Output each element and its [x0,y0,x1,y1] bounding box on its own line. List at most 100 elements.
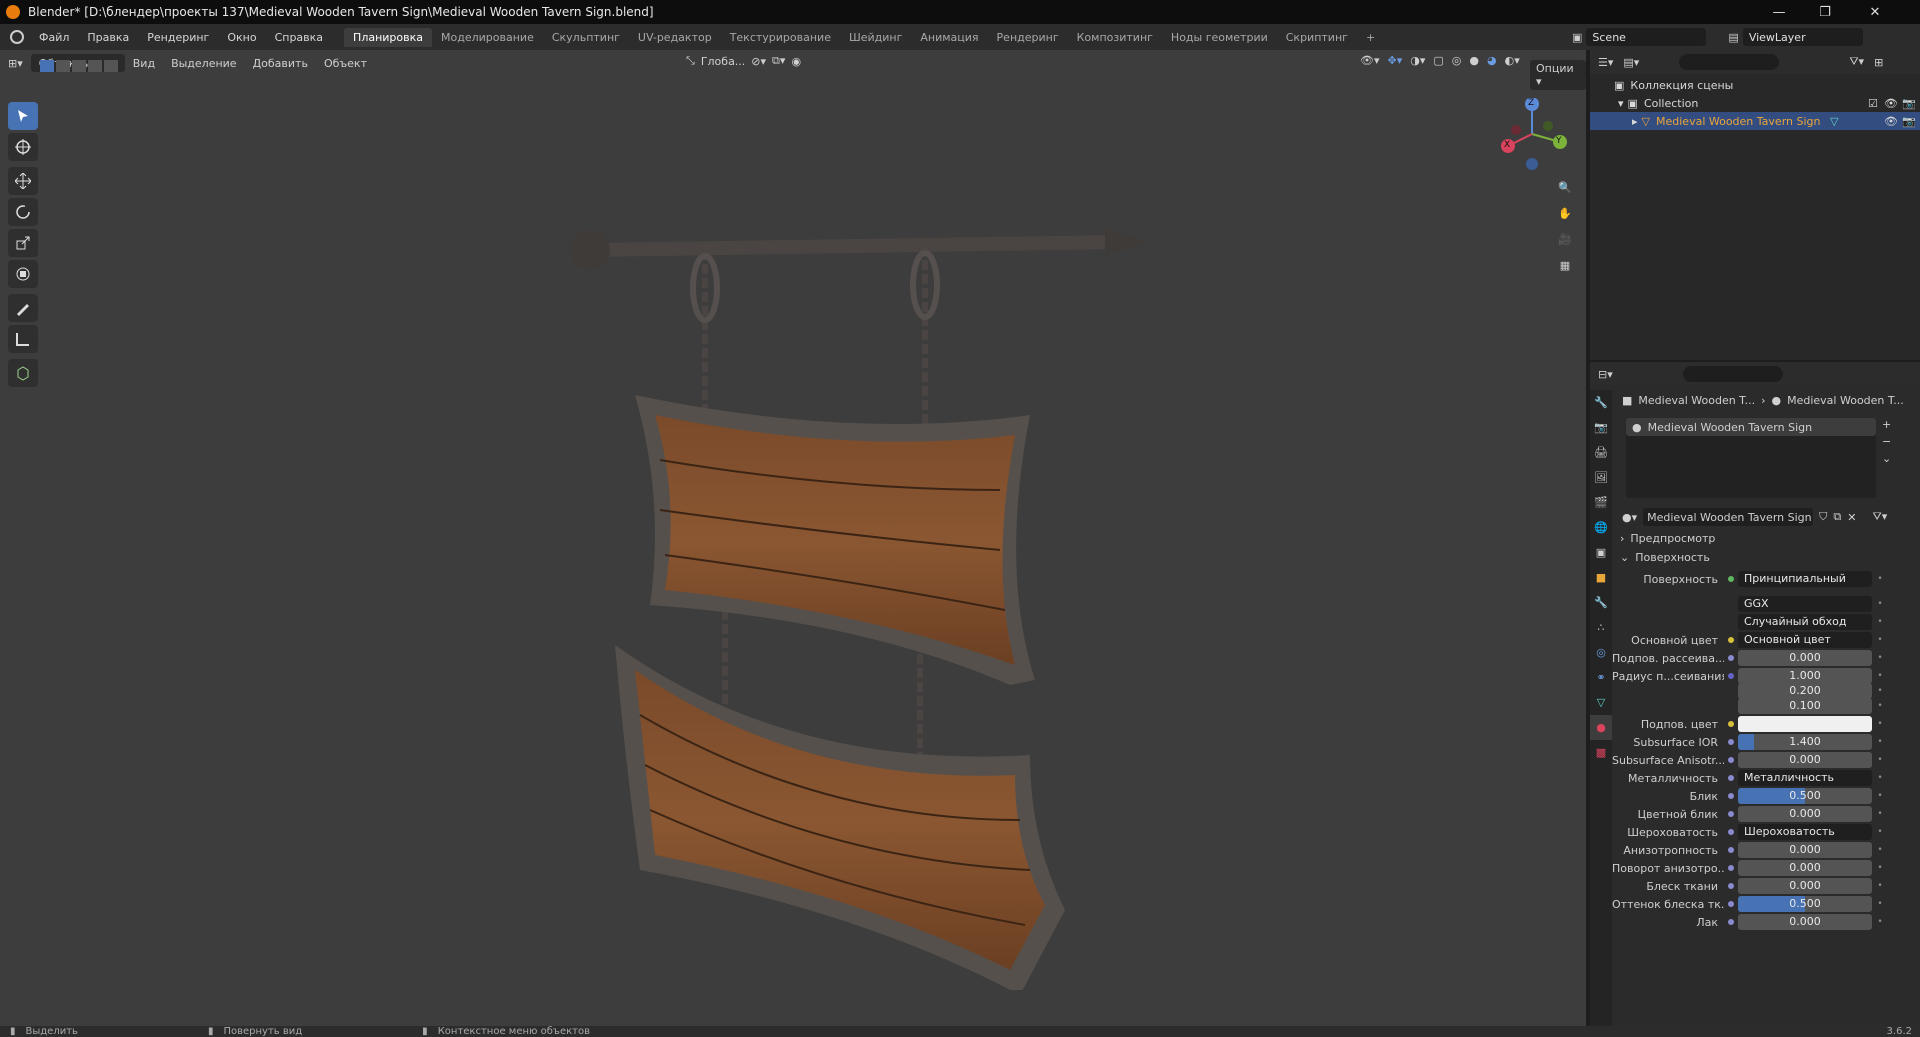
property-field[interactable]: 0.000 [1738,878,1872,894]
keyframe-dot-icon[interactable]: • [1872,737,1888,747]
tab-scripting[interactable]: Скриптинг [1277,28,1357,47]
add-slot-button[interactable]: + [1882,418,1891,431]
expand-chevron-icon[interactable]: ▾ [1618,97,1624,110]
options-dropdown[interactable]: Опции ▾ [1530,60,1586,90]
outliner-collection[interactable]: ▾ ▣ Collection ☑ 👁 📷 [1590,94,1920,112]
scene-tab-icon[interactable]: 🎬 [1590,490,1612,515]
outliner-scene-collection[interactable]: ▣ Коллекция сцены [1590,76,1920,94]
transform-tool-icon[interactable] [8,260,38,288]
select-box-tool-icon[interactable] [8,102,38,130]
tab-animation[interactable]: Анимация [911,28,987,47]
duplicate-material-icon[interactable]: ⧉ [1833,510,1841,524]
snap-icon[interactable]: ⧉▾ [772,54,785,68]
menu-help[interactable]: Справка [266,31,332,44]
unlink-material-icon[interactable]: ✕ [1847,511,1856,524]
blender-menu-icon[interactable] [10,30,24,44]
menu-edit[interactable]: Правка [78,31,138,44]
node-tree-icon[interactable]: ⛛▾ [1872,510,1887,524]
visibility-eye-icon[interactable]: 👁 [1884,97,1898,110]
material-name-field[interactable]: Medieval Wooden Tavern Sign [1643,508,1814,526]
material-shading-icon[interactable]: ◕ [1487,54,1497,67]
outliner-object-row[interactable]: ▸ ▽ Medieval Wooden Tavern Sign ▽ 👁 📷 [1590,112,1920,130]
keyframe-dot-icon[interactable]: • [1872,899,1888,909]
render-tab-icon[interactable]: 📷 [1590,415,1612,440]
render-camera-icon[interactable]: 📷 [1902,115,1916,128]
display-mode-icon[interactable]: ▤▾ [1623,56,1639,69]
preview-panel-header[interactable]: › Предпросмотр [1620,532,1715,545]
perspective-grid-icon[interactable]: ▦ [1552,252,1578,278]
move-tool-icon[interactable] [8,167,38,195]
property-field[interactable]: GGX [1738,596,1872,612]
material-browse-icon[interactable]: ●▾ [1622,511,1637,524]
cursor-tool-icon[interactable] [8,133,38,161]
select-intersect-icon[interactable] [104,60,118,72]
close-button[interactable]: ✕ [1852,0,1898,24]
data-tab-icon[interactable]: ▽ [1590,690,1612,715]
socket-dot-icon[interactable] [1724,919,1738,925]
menu-window[interactable]: Окно [218,31,265,44]
add-workspace-button[interactable]: + [1357,28,1384,47]
keyframe-dot-icon[interactable]: • [1872,845,1888,855]
keyframe-dot-icon[interactable]: • [1872,599,1888,609]
exclude-checkbox[interactable]: ☑ [1868,97,1878,110]
add-cube-tool-icon[interactable] [8,359,38,387]
tab-compositing[interactable]: Композитинг [1068,28,1162,47]
socket-dot-icon[interactable] [1724,637,1738,643]
pan-hand-icon[interactable]: ✋ [1552,200,1578,226]
socket-dot-icon[interactable] [1724,883,1738,889]
output-tab-icon[interactable]: 🖨 [1590,440,1612,465]
keyframe-dot-icon[interactable]: • [1872,574,1888,584]
scale-tool-icon[interactable] [8,229,38,257]
rendered-shading-icon[interactable]: ◐▾ [1505,54,1520,67]
remove-slot-button[interactable]: − [1882,435,1891,448]
property-field[interactable] [1738,716,1872,732]
modifiers-tab-icon[interactable]: 🔧 [1590,590,1612,615]
property-field[interactable]: 0.500 [1738,788,1872,804]
outliner-search-input[interactable] [1679,54,1780,70]
viewlayer-icon[interactable]: ▤ [1728,31,1738,44]
constraints-tab-icon[interactable]: ⚭ [1590,665,1612,690]
property-field[interactable]: 1.400 [1738,734,1872,750]
orientation-selector[interactable]: Глоба... [701,55,745,68]
socket-dot-icon[interactable] [1724,673,1738,679]
outliner-editor-icon[interactable]: ☰▾ [1598,56,1613,69]
select-new-icon[interactable] [40,60,54,72]
keyframe-dot-icon[interactable]: • [1872,653,1888,663]
property-field[interactable]: Случайный обход [1738,614,1872,630]
properties-search-input[interactable] [1682,366,1783,382]
property-field[interactable]: 0.000 [1738,650,1872,666]
tab-shading[interactable]: Шейдинг [840,28,911,47]
measure-tool-icon[interactable] [8,325,38,353]
keyframe-dot-icon[interactable]: • [1872,809,1888,819]
menu-select[interactable]: Выделение [163,57,245,70]
property-field[interactable]: 0.000 [1738,914,1872,930]
material-tab-icon[interactable]: ● [1590,715,1612,740]
tool-tab-icon[interactable]: 🔧 [1590,390,1612,415]
tab-rendering[interactable]: Рендеринг [988,28,1068,47]
property-field[interactable]: Принципиальный BSDF [1738,571,1872,587]
property-field[interactable]: 0.000 [1738,860,1872,876]
menu-add[interactable]: Добавить [245,57,316,70]
pivot-icon[interactable]: ⊘▾ [751,55,766,68]
menu-render[interactable]: Рендеринг [138,31,218,44]
rotate-tool-icon[interactable] [8,198,38,226]
property-field[interactable]: 0.000 [1738,752,1872,768]
surface-panel-header[interactable]: ⌄ Поверхность [1620,551,1710,564]
keyframe-dot-icon[interactable]: • [1872,719,1888,729]
socket-dot-icon[interactable] [1724,576,1738,582]
minimize-button[interactable]: — [1756,0,1802,24]
select-subtract-icon[interactable] [72,60,86,72]
property-field[interactable]: 0.000 [1738,842,1872,858]
property-field[interactable]: 0.100 [1738,698,1872,714]
material-slot-item[interactable]: ● Medieval Wooden Tavern Sign [1626,418,1876,436]
property-field[interactable]: 0.500 [1738,896,1872,912]
viewlayer-selector[interactable]: ViewLayer [1742,28,1863,46]
fake-user-icon[interactable]: ⛉ [1819,510,1827,524]
scene-icon[interactable]: ▣ [1572,31,1582,44]
physics-tab-icon[interactable]: ◎ [1590,640,1612,665]
annotate-tool-icon[interactable] [8,294,38,322]
socket-dot-icon[interactable] [1724,901,1738,907]
property-field[interactable]: 0.000 [1738,806,1872,822]
tavern-sign-model[interactable] [560,170,1160,990]
keyframe-dot-icon[interactable]: • [1872,686,1888,696]
